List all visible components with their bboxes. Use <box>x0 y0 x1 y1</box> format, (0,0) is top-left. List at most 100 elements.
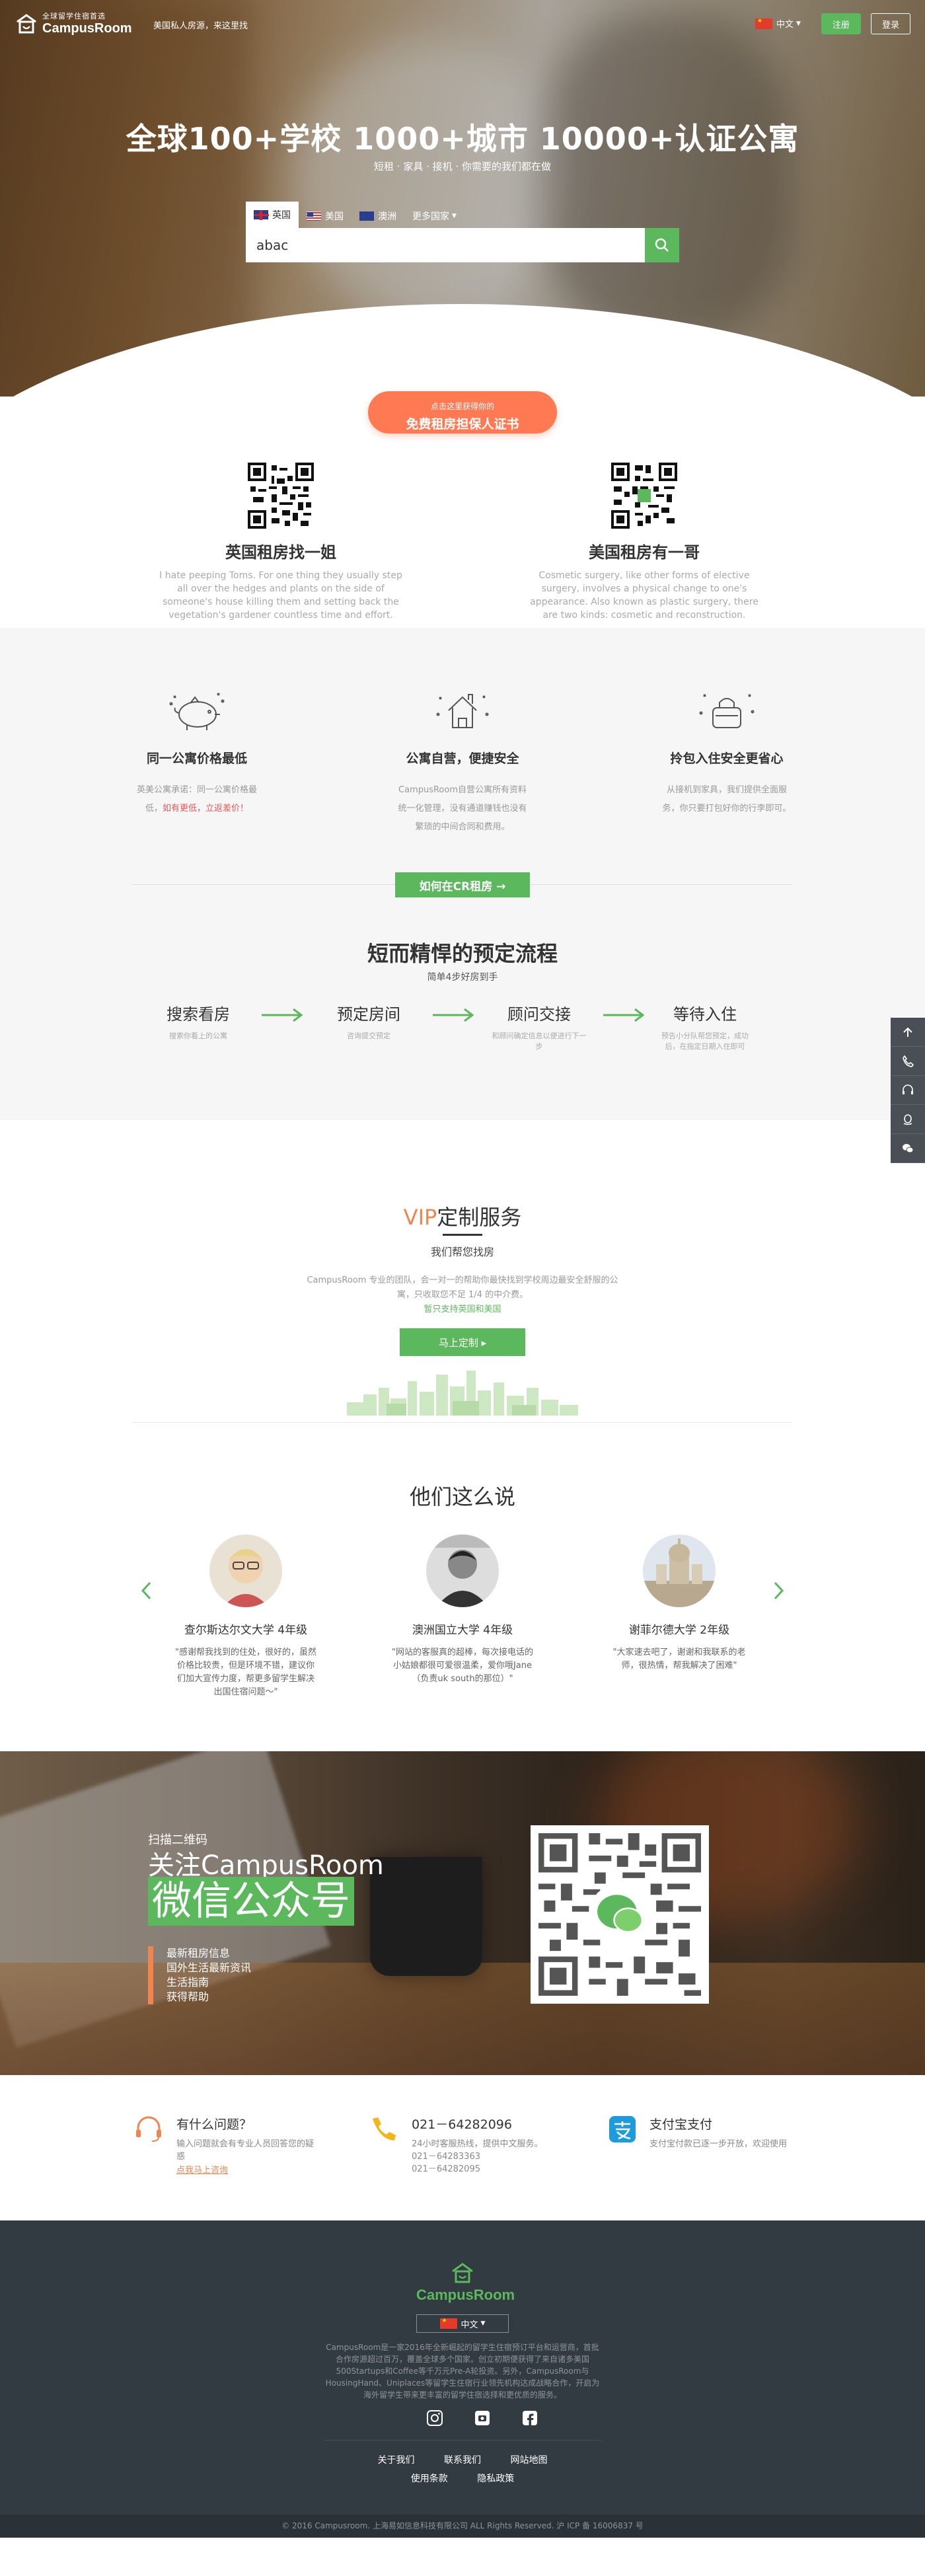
headset-icon <box>903 1084 913 1094</box>
testimonial-card: 澳洲国立大学 4年级 "网站的客服真的超棒，每次接电话的小姑娘都很可爱很温柔，爱… <box>390 1534 535 1686</box>
features-section: 同一公寓价格最低 英美公寓承诺：同一公寓价格最低，如有更低，立返差价！ 公寓自营… <box>0 628 925 1120</box>
list-item: 获得帮助 <box>166 1990 209 2003</box>
city-skyline-icon <box>347 1371 578 1416</box>
login-button[interactable]: 登录 <box>871 13 910 34</box>
promo-text[interactable]: 美国私人房源，来这里找 <box>153 21 248 31</box>
us-flag-icon <box>307 211 321 221</box>
wechat-qr-code <box>531 1825 709 2004</box>
bag-icon <box>699 694 755 728</box>
qr-code-icon <box>611 463 677 529</box>
qr-contact-text: Cosmetic surgery, like other forms of el… <box>530 570 758 621</box>
feature-text: CampusRoom自营公寓所有资料统一化管理，没有通道赚钱也没有繁琐的中间合同… <box>398 785 527 832</box>
how-to-rent-button[interactable]: 如何在CR租房 → <box>395 872 530 897</box>
feature-title: 拎包入住安全更省心 <box>670 751 784 766</box>
contact-alipay: 支付宝支付 支付宝付款已逐一步开放，欢迎使用 <box>605 2115 790 2150</box>
terms-link[interactable]: 使用条款 <box>411 2474 448 2484</box>
search-button[interactable] <box>645 228 679 262</box>
house-icon <box>436 694 489 728</box>
feature-title: 公寓自营，便捷安全 <box>406 751 519 766</box>
logo-house-icon <box>452 2263 473 2283</box>
search-box <box>246 228 679 262</box>
chevron-right-icon[interactable] <box>772 1581 785 1601</box>
tab-more-countries[interactable]: 更多国家 ▼ <box>404 204 464 228</box>
phone-number: 021－64283363 <box>412 2152 480 2162</box>
tab-uk[interactable]: 英国 <box>246 202 299 228</box>
phone-icon <box>903 1055 914 1067</box>
logo[interactable]: 全球留学住宿首选 CampusRoom <box>15 12 132 36</box>
instagram-icon[interactable] <box>426 2409 444 2427</box>
social-links <box>411 2409 554 2427</box>
list-item: 国外生活最新资讯 <box>166 1961 252 1974</box>
consult-link[interactable]: 点我马上咨询 <box>176 2166 228 2176</box>
testimonial-text: "感谢帮我找到的住处，很好的，虽然价格比较贵，但是环境不错，建议你们加大宣传力度… <box>175 1648 316 1697</box>
wechat-account-label: 微信公众号 <box>148 1877 354 1926</box>
flow-title: 短而精悍的预定流程 <box>367 941 558 966</box>
search-icon <box>655 238 669 252</box>
search-input[interactable] <box>246 228 645 262</box>
qr-code-icon <box>538 1833 701 1996</box>
facebook-icon[interactable] <box>521 2409 539 2427</box>
china-flag-icon <box>439 2318 457 2329</box>
testimonial-card: 谢菲尔德大学 2年级 "大家速去吧了，谢谢和我联系的老师，很热情，帮我解决了困难… <box>607 1534 752 1673</box>
hero-title: 全球100+学校 1000+城市 10000+认证公寓 <box>126 121 799 157</box>
avatar <box>643 1534 716 1607</box>
headset-icon <box>136 2116 161 2142</box>
about-us-link[interactable]: 关于我们 <box>378 2455 415 2466</box>
register-button[interactable]: 注册 <box>821 13 861 34</box>
arrow-up-icon <box>903 1027 912 1037</box>
step-handover: 顾问交接 和顾问确定信息以便进行下一步 <box>492 1005 587 1051</box>
logo-name: CampusRoom <box>42 21 132 36</box>
top-navigation: 全球留学住宿首选 CampusRoom 美国私人房源，来这里找 中文 ▼ 注册 … <box>0 0 925 48</box>
feature-text: 从接机到家具，我们提供全面服务，你只要打包好你的行李即可。 <box>662 785 792 814</box>
phone-button[interactable] <box>891 1047 925 1076</box>
chevron-left-icon[interactable] <box>140 1581 153 1601</box>
feature-text: 英美公寓承诺：同一公寓价格最低，如有更低，立返差价！ <box>136 785 257 814</box>
language-selector[interactable]: 中文 ▼ <box>755 17 801 30</box>
chevron-down-icon: ▼ <box>796 20 801 27</box>
contact-us-link[interactable]: 联系我们 <box>444 2455 481 2466</box>
arrow-right-icon <box>262 1008 303 1022</box>
tab-au[interactable]: 澳洲 <box>352 204 404 228</box>
sitemap-link[interactable]: 网站地图 <box>510 2455 547 2466</box>
footer-language-selector[interactable]: 中文 ▼ <box>416 2314 509 2333</box>
testimonials-section: 他们这么说 查尔斯达尔文大学 4年级 "感谢帮我找到的住处，很好的，虽然价格比较… <box>0 1427 925 1751</box>
avatar <box>426 1534 499 1607</box>
contact-question: 有什么问题？ 输入问题就会有专业人员回答您的疑惑 点我马上咨询 <box>132 2115 317 2176</box>
support-button[interactable] <box>891 1076 925 1105</box>
contact-phone: 021－64282096 24小时客服热线，提供中文服务。 021－642833… <box>367 2115 552 2176</box>
student-name: 澳洲国立大学 4年级 <box>412 1624 513 1637</box>
contact-title: 有什么问题？ <box>176 2117 252 2132</box>
copyright: © 2016 Campusroom. 上海易如信息科技有限公司 ALL Righ… <box>0 2515 925 2538</box>
china-flag-icon <box>755 18 772 29</box>
vip-title: VIP定制服务 <box>403 1205 522 1230</box>
phone-icon <box>373 2117 396 2140</box>
feature-title: 同一公寓价格最低 <box>146 751 247 766</box>
contact-title: 支付宝支付 <box>649 2117 713 2132</box>
wechat-benefits: 最新租房信息 国外生活最新资讯 生活指南 获得帮助 <box>148 1946 251 2004</box>
contact-title: 021－64282096 <box>412 2117 512 2132</box>
qr-contact-text: I hate peeping Toms. For one thing they … <box>159 570 402 621</box>
tab-us[interactable]: 美国 <box>299 204 352 228</box>
back-to-top-button[interactable] <box>891 1018 925 1047</box>
qr-contact-us: 美国租房有一哥 Cosmetic surgery, like other for… <box>522 463 766 622</box>
vip-description: CampusRoom 专业的团队，会一对一的帮助你最快找到学校周边最安全舒服的公… <box>307 1275 618 1314</box>
chevron-down-icon: ▼ <box>480 2320 486 2327</box>
step-move-in: 等待入住 预告小分队帮您预定，成功后，在指定日期入住即可 <box>661 1005 749 1051</box>
testimonial-text: "大家速去吧了，谢谢和我联系的老师，很热情，帮我解决了困难" <box>612 1648 746 1671</box>
flow-subtitle: 简单4步好房到手 <box>427 972 498 983</box>
guarantor-certificate-button[interactable]: 点击这里获得你的 免费租房担保人证书 <box>368 391 557 434</box>
vip-section: VIP定制服务 我们帮您找房 CampusRoom 专业的团队，会一对一的帮助你… <box>0 1120 925 1427</box>
monthly-pay-title: · 英国租房轻松月付 · <box>393 372 532 389</box>
student-name: 谢菲尔德大学 2年级 <box>628 1624 730 1637</box>
camera-icon[interactable] <box>473 2409 492 2427</box>
wechat-section: 扫描二维码 关注CampusRoom 微信公众号 最新租房信息 国外生活最新资讯… <box>0 1751 925 2075</box>
customize-now-button[interactable]: 马上定制 ▸ <box>400 1328 525 1356</box>
feature-move-in: 拎包入住安全更省心 从接机到家具，我们提供全面服务，你只要打包好你的行李即可。 <box>661 684 793 818</box>
footer-links: 关于我们 联系我们 网站地图 <box>0 2453 925 2466</box>
qr-contact-title: 美国租房有一哥 <box>589 543 700 562</box>
alipay-icon <box>609 2116 636 2142</box>
uk-flag-icon <box>254 210 269 220</box>
hero-subtitle: 短租 · 家具 · 接机 · 你需要的我们都在做 <box>374 161 551 172</box>
footer-logo[interactable]: CampusRoom <box>416 2261 515 2304</box>
privacy-link[interactable]: 隐私政策 <box>477 2474 514 2484</box>
